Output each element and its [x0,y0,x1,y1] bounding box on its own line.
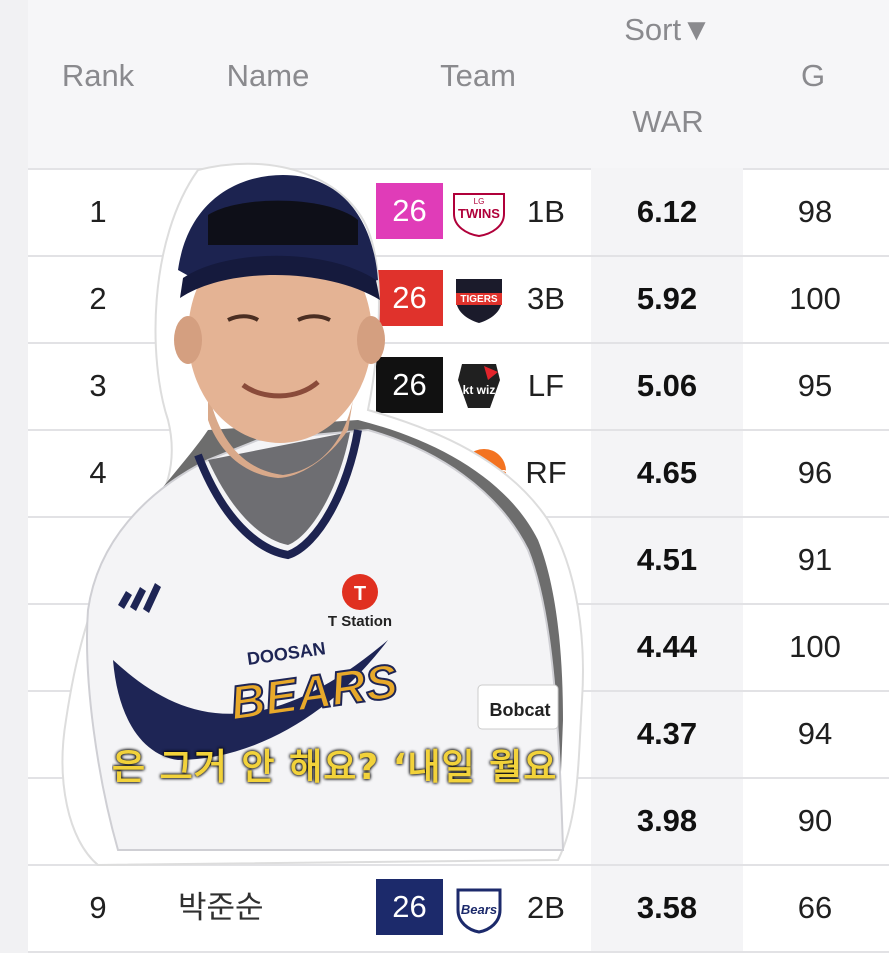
svg-text:Bears: Bears [461,902,497,917]
games-cell: 96 [797,455,833,490]
games-cell: 95 [797,368,833,403]
war-cell: 5.06 [636,368,698,403]
sleeve-text: Bobcat [489,700,550,720]
war-cell: 4.65 [636,455,698,490]
player-name-cell[interactable]: 박준순 [178,864,278,951]
war-cell: 4.37 [636,716,698,751]
rank-cell: 9 [89,890,107,925]
sponsor-text: T Station [328,613,392,630]
games-cell: 100 [789,281,841,316]
column-team[interactable]: Team [423,58,533,94]
column-war[interactable]: WAR [608,104,728,140]
table-row[interactable]: 9 박준순 26 Bears 2B 3.58 66 [28,864,889,953]
position-cell: 2B [527,890,565,925]
war-cell: 6.12 [636,194,698,229]
column-g[interactable]: G [778,58,848,94]
uniform-number-badge: 26 [376,879,443,935]
svg-text:T: T [354,583,366,605]
games-cell: 94 [797,716,833,751]
bears-logo: Bears [456,888,502,934]
games-cell: 91 [797,542,833,577]
war-cell: 4.51 [636,542,698,577]
games-cell: 66 [797,890,833,925]
games-cell: 98 [797,194,833,229]
war-cell: 3.58 [636,890,698,925]
war-cell: 4.44 [636,629,698,664]
column-rank[interactable]: Rank [58,58,138,94]
table-header: Rank Name Team Sort▼ WAR G [28,0,889,170]
games-cell: 100 [789,629,841,664]
games-cell: 90 [797,803,833,838]
war-cell: 5.92 [636,281,698,316]
column-name[interactable]: Name [208,58,328,94]
video-subtitle: 은 그거 안 해요? ‘내일 월요 [112,747,558,788]
war-cell: 3.98 [636,803,698,838]
sort-button[interactable]: Sort▼ [608,12,728,48]
